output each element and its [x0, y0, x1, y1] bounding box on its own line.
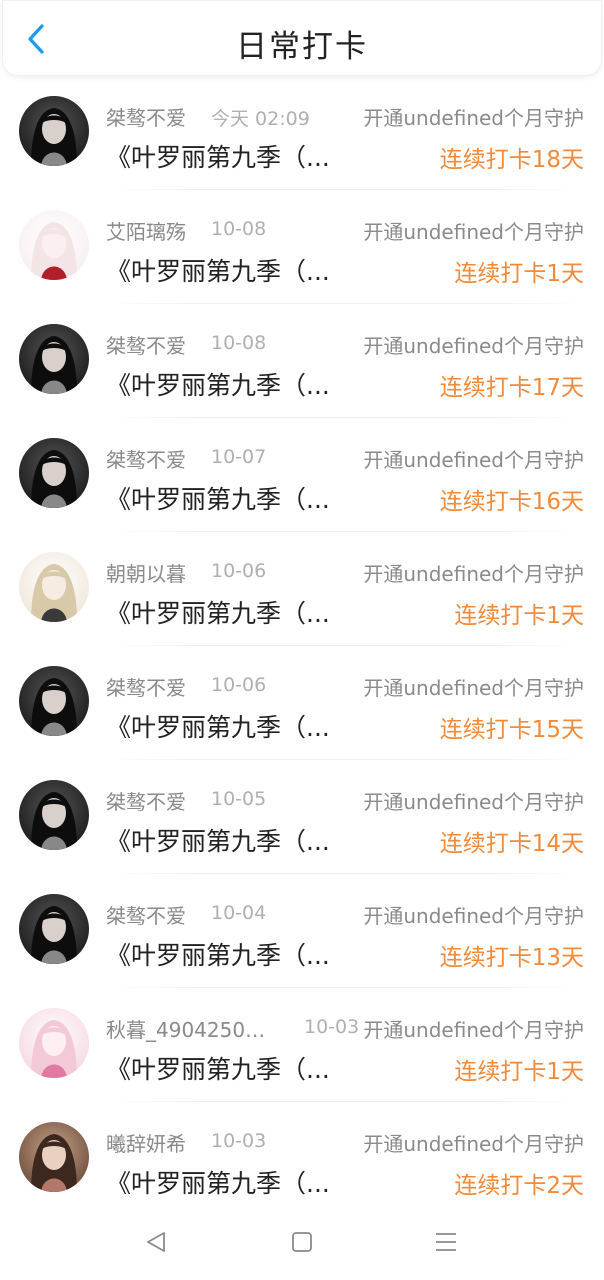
checkin-content: 《叶罗丽第九季（...: [106, 1055, 330, 1084]
system-nav-bar: [0, 1204, 604, 1280]
avatar[interactable]: [19, 894, 89, 964]
avatar[interactable]: [19, 1008, 89, 1078]
checkin-content: 《叶罗丽第九季（...: [106, 371, 330, 400]
checkin-list: 桀骜不爱 今天 02:09 开通undefined个月守护 《叶罗丽第九季（..…: [0, 76, 604, 1216]
guard-status: 开通undefined个月守护: [363, 1018, 584, 1042]
avatar[interactable]: [19, 780, 89, 850]
avatar[interactable]: [19, 438, 89, 508]
guard-status: 开通undefined个月守护: [363, 106, 584, 130]
avatar[interactable]: [19, 552, 89, 622]
nav-menu-button[interactable]: [430, 1226, 462, 1258]
avatar[interactable]: [19, 210, 89, 280]
checkin-date: 10-08: [211, 332, 267, 354]
streak-count: 连续打卡15天: [439, 717, 584, 743]
avatar[interactable]: [19, 1122, 89, 1192]
list-item[interactable]: 秋暮_49042500... 10-03 开通undefined个月守护 《叶罗…: [0, 988, 604, 1102]
guard-status: 开通undefined个月守护: [363, 562, 584, 586]
checkin-date: 10-04: [211, 902, 267, 924]
streak-count: 连续打卡18天: [439, 147, 584, 173]
list-item[interactable]: 桀骜不爱 10-04 开通undefined个月守护 《叶罗丽第九季（... 连…: [0, 874, 604, 988]
checkin-content: 《叶罗丽第九季（...: [106, 143, 330, 172]
guard-status: 开通undefined个月守护: [363, 334, 584, 358]
streak-count: 连续打卡16天: [439, 489, 584, 515]
guard-status: 开通undefined个月守护: [363, 790, 584, 814]
checkin-content: 《叶罗丽第九季（...: [106, 713, 330, 742]
checkin-content: 《叶罗丽第九季（...: [106, 257, 330, 286]
nav-home-button[interactable]: [286, 1226, 318, 1258]
list-item[interactable]: 桀骜不爱 10-06 开通undefined个月守护 《叶罗丽第九季（... 连…: [0, 646, 604, 760]
checkin-content: 《叶罗丽第九季（...: [106, 599, 330, 628]
checkin-date: 10-06: [211, 560, 267, 582]
list-item[interactable]: 艾陌璃殇 10-08 开通undefined个月守护 《叶罗丽第九季（... 连…: [0, 190, 604, 304]
checkin-date: 10-03: [211, 1130, 267, 1152]
checkin-date: 10-07: [211, 446, 267, 468]
checkin-date: 10-06: [211, 674, 267, 696]
streak-count: 连续打卡2天: [454, 1173, 584, 1199]
streak-count: 连续打卡17天: [439, 375, 584, 401]
checkin-date: 今天 02:09: [211, 108, 310, 130]
list-item[interactable]: 桀骜不爱 10-05 开通undefined个月守护 《叶罗丽第九季（... 连…: [0, 760, 604, 874]
guard-status: 开通undefined个月守护: [363, 1132, 584, 1156]
menu-lines-icon: [436, 1233, 456, 1251]
guard-status: 开通undefined个月守护: [363, 448, 584, 472]
avatar[interactable]: [19, 96, 89, 166]
list-item[interactable]: 桀骜不爱 今天 02:09 开通undefined个月守护 《叶罗丽第九季（..…: [0, 76, 604, 190]
guard-status: 开通undefined个月守护: [363, 220, 584, 244]
checkin-content: 《叶罗丽第九季（...: [106, 485, 330, 514]
streak-count: 连续打卡14天: [439, 831, 584, 857]
checkin-content: 《叶罗丽第九季（...: [106, 1169, 330, 1198]
avatar[interactable]: [19, 324, 89, 394]
checkin-date: 10-05: [211, 788, 267, 810]
checkin-content: 《叶罗丽第九季（...: [106, 827, 330, 856]
top-bar: 日常打卡: [2, 0, 602, 76]
checkin-date: 10-03: [304, 1016, 360, 1038]
streak-count: 连续打卡1天: [454, 261, 584, 287]
list-item[interactable]: 朝朝以暮 10-06 开通undefined个月守护 《叶罗丽第九季（... 连…: [0, 532, 604, 646]
checkin-date: 10-08: [211, 218, 267, 240]
list-item[interactable]: 桀骜不爱 10-07 开通undefined个月守护 《叶罗丽第九季（... 连…: [0, 418, 604, 532]
triangle-back-icon: [147, 1232, 165, 1252]
checkin-content: 《叶罗丽第九季（...: [106, 941, 330, 970]
guard-status: 开通undefined个月守护: [363, 904, 584, 928]
streak-count: 连续打卡13天: [439, 945, 584, 971]
list-item[interactable]: 桀骜不爱 10-08 开通undefined个月守护 《叶罗丽第九季（... 连…: [0, 304, 604, 418]
guard-status: 开通undefined个月守护: [363, 676, 584, 700]
streak-count: 连续打卡1天: [454, 1059, 584, 1085]
square-home-icon: [292, 1232, 312, 1252]
streak-count: 连续打卡1天: [454, 603, 584, 629]
avatar[interactable]: [19, 666, 89, 736]
nav-back-button[interactable]: [140, 1226, 172, 1258]
list-item[interactable]: 曦辞妍希 10-03 开通undefined个月守护 《叶罗丽第九季（... 连…: [0, 1102, 604, 1216]
user-name: 秋暮_49042500...: [106, 1018, 276, 1042]
page-title: 日常打卡: [236, 29, 368, 65]
